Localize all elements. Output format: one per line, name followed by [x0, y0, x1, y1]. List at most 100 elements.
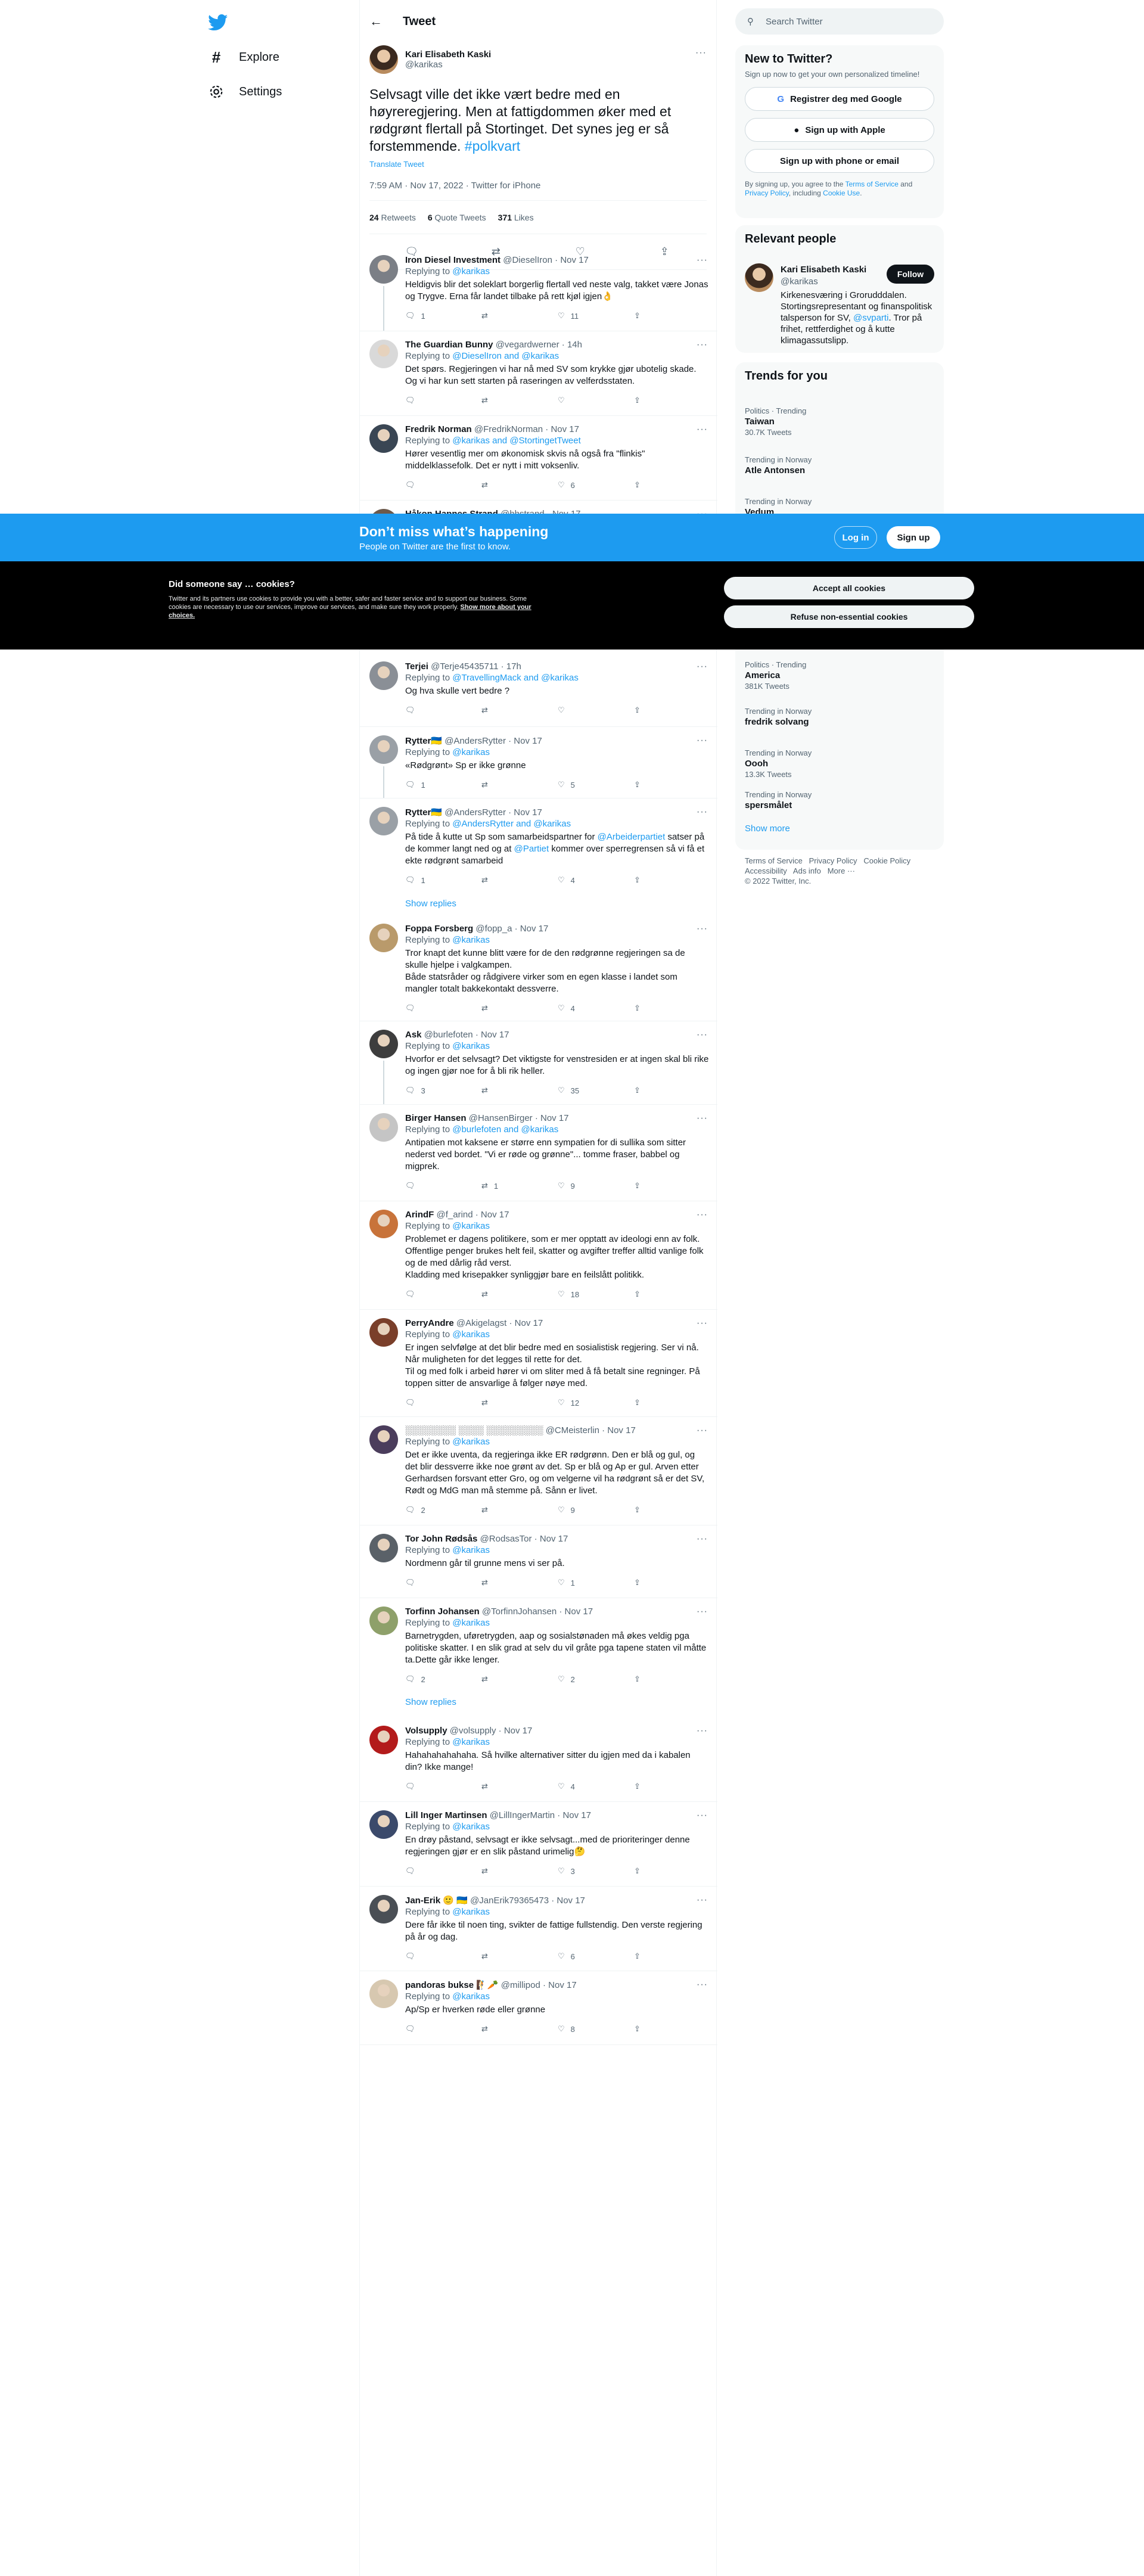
reply-author-name[interactable]: Terjei	[405, 661, 428, 672]
reply-author-name[interactable]: Iron Diesel Investment	[405, 255, 500, 265]
person-handle[interactable]: @karikas	[781, 276, 818, 287]
retweet-button[interactable]: ⇄	[481, 780, 558, 790]
share-button[interactable]: ⇪	[634, 1505, 658, 1515]
show-replies-link[interactable]: Show replies	[405, 899, 456, 909]
nav-explore[interactable]: # Explore	[208, 45, 279, 69]
share-button[interactable]: ⇪	[634, 1866, 658, 1876]
like-button[interactable]: ♡ 3	[558, 1866, 634, 1876]
like-button[interactable]: ♡ 11	[558, 311, 634, 321]
reply-author-name[interactable]: ArindF	[405, 1210, 434, 1220]
reply-button[interactable]: 🗨	[405, 706, 481, 715]
reply-author-meta[interactable]: @RodsasTor · Nov 17	[480, 1534, 568, 1544]
avatar[interactable]	[369, 340, 398, 368]
trend-item[interactable]: Trending in Norway Atle Antonsen	[735, 449, 821, 481]
follow-button[interactable]: Follow	[887, 265, 934, 284]
footer-line-2[interactable]: Accessibility Ads info More ···	[745, 866, 910, 876]
reply-author-meta[interactable]: @AndersRytter · Nov 17	[444, 807, 542, 818]
reply-tweet[interactable]: ··· Tor John Rødsås @RodsasTor · Nov 17 …	[360, 1525, 717, 1598]
reply-tweet[interactable]: ··· PerryAndre @Akigelagst · Nov 17 Repl…	[360, 1310, 717, 1417]
terms-link[interactable]: Terms of Service	[845, 180, 899, 188]
reply-author-meta[interactable]: @JanErik79365473 · Nov 17	[470, 1896, 585, 1906]
share-button[interactable]: ⇪	[634, 875, 658, 885]
like-button[interactable]: ♡ 4	[558, 1003, 634, 1013]
replying-to-link[interactable]: @karikas	[452, 935, 490, 945]
retweet-button[interactable]: ⇄ 1	[481, 1181, 558, 1191]
replying-to-link[interactable]: @karikas	[452, 1437, 490, 1447]
retweets-stat[interactable]: 24 Retweets	[369, 213, 416, 222]
replying-to-link[interactable]: @karikas	[452, 1991, 490, 2002]
mention-link[interactable]: @Arbeiderpartiet	[598, 832, 666, 842]
reply-tweet[interactable]: ··· Ask @burlefoten · Nov 17 Replying to…	[360, 1021, 717, 1105]
show-more-link[interactable]: Show more	[745, 824, 790, 834]
avatar[interactable]	[369, 1030, 398, 1058]
retweet-button[interactable]: ⇄	[481, 1578, 558, 1587]
author-name[interactable]: Kari Elisabeth Kaski	[405, 49, 491, 60]
retweet-button[interactable]: ⇄	[481, 1866, 558, 1876]
person-bio-link[interactable]: @svparti	[853, 313, 888, 323]
footer-line-1[interactable]: Terms of Service Privacy Policy Cookie P…	[745, 856, 910, 866]
like-button[interactable]: ♡ 18	[558, 1289, 634, 1299]
replying-to-link[interactable]: @karikas	[452, 266, 490, 276]
retweet-button[interactable]: ⇄	[481, 396, 558, 405]
reply-button[interactable]: 🗨	[405, 1782, 481, 1791]
replying-to-link[interactable]: @AndersRytter and @karikas	[452, 819, 571, 829]
avatar[interactable]	[369, 1425, 398, 1454]
share-button[interactable]: ⇪	[634, 396, 658, 405]
replying-to-link[interactable]: @TravellingMack and @karikas	[452, 673, 579, 683]
reply-author-name[interactable]: pandoras bukse 🧗🥕	[405, 1980, 499, 1990]
retweet-button[interactable]: ⇄	[481, 1398, 558, 1407]
share-button[interactable]: ⇪	[634, 311, 658, 321]
tweet-author[interactable]: Kari Elisabeth Kaski @karikas	[369, 43, 707, 76]
reply-button[interactable]: 🗨	[405, 1289, 481, 1299]
avatar[interactable]	[369, 1534, 398, 1562]
retweet-button[interactable]: ⇄	[481, 1952, 558, 1961]
retweet-button[interactable]: ⇄	[481, 1674, 558, 1684]
avatar[interactable]	[369, 1318, 398, 1347]
reply-author-meta[interactable]: @Akigelagst · Nov 17	[456, 1318, 543, 1328]
reply-button[interactable]: 🗨	[405, 396, 481, 405]
avatar[interactable]	[369, 1810, 398, 1839]
tweet-timestamp[interactable]: 7:59 AM · Nov 17, 2022 · Twitter for iPh…	[369, 181, 707, 201]
reply-author-meta[interactable]: @LillIngerMartin · Nov 17	[490, 1810, 591, 1820]
reply-button[interactable]: 🗨	[405, 1003, 481, 1013]
share-button[interactable]: ⇪	[634, 1398, 658, 1407]
reply-author-name[interactable]: Lill Inger Martinsen	[405, 1810, 487, 1820]
reply-author-meta[interactable]: @Terje45435711 · 17h	[431, 661, 521, 672]
reply-tweet[interactable]: ··· ░░░░░░░░ ░░░░ ░░░░░░░░░ @CMeisterlin…	[360, 1417, 717, 1525]
avatar[interactable]	[369, 807, 398, 835]
reply-author-meta[interactable]: @vegardwerner · 14h	[496, 340, 582, 350]
replying-to-link[interactable]: @karikas	[452, 1737, 490, 1747]
share-button[interactable]: ⇪	[634, 1578, 658, 1587]
reply-author-name[interactable]: Jan-Erik 🙂 🇺🇦	[405, 1896, 468, 1906]
like-button[interactable]: ♡ 35	[558, 1086, 634, 1095]
cookie-use-link[interactable]: Cookie Use	[823, 189, 860, 197]
reply-author-meta[interactable]: @TorfinnJohansen · Nov 17	[482, 1606, 593, 1617]
reply-author-meta[interactable]: @fopp_a · Nov 17	[475, 924, 548, 934]
reply-button[interactable]: 🗨	[405, 1578, 481, 1587]
search-input[interactable]: Search Twitter	[766, 17, 823, 27]
like-button[interactable]: ♡ 4	[558, 875, 634, 885]
reply-button[interactable]: 🗨 3	[405, 1086, 481, 1095]
reply-author-name[interactable]: Rytter🇺🇦	[405, 807, 442, 818]
trend-item[interactable]: Politics · Trending Taiwan 30.7K Tweets	[735, 400, 816, 443]
trend-item[interactable]: Trending in Norway fredrik solvang	[735, 701, 821, 733]
reply-tweet[interactable]: ··· Lill Inger Martinsen @LillIngerMarti…	[360, 1802, 717, 1887]
avatar[interactable]	[369, 1606, 398, 1635]
reply-button[interactable]: 🗨	[405, 480, 481, 490]
avatar[interactable]	[369, 1726, 398, 1754]
apple-signup-button[interactable]: ● Sign up with Apple	[745, 118, 934, 142]
reply-author-name[interactable]: Volsupply	[405, 1726, 447, 1736]
reply-author-meta[interactable]: @FredrikNorman · Nov 17	[474, 424, 579, 434]
trend-item[interactable]: Trending in Norway spersmålet	[735, 784, 821, 816]
share-button[interactable]: ⇪	[634, 1674, 658, 1684]
person-name[interactable]: Kari Elisabeth Kaski	[781, 265, 866, 275]
reply-button[interactable]: 🗨	[405, 1398, 481, 1407]
retweet-button[interactable]: ⇄	[481, 480, 558, 490]
avatar[interactable]	[369, 735, 398, 764]
reply-tweet[interactable]: ··· The Guardian Bunny @vegardwerner · 1…	[360, 331, 717, 416]
like-button[interactable]: ♡ 6	[558, 1952, 634, 1961]
replying-to-link[interactable]: @karikas	[452, 1221, 490, 1231]
share-button[interactable]: ⇪	[634, 1952, 658, 1961]
avatar[interactable]	[369, 424, 398, 453]
share-button[interactable]: ⇪	[634, 480, 658, 490]
